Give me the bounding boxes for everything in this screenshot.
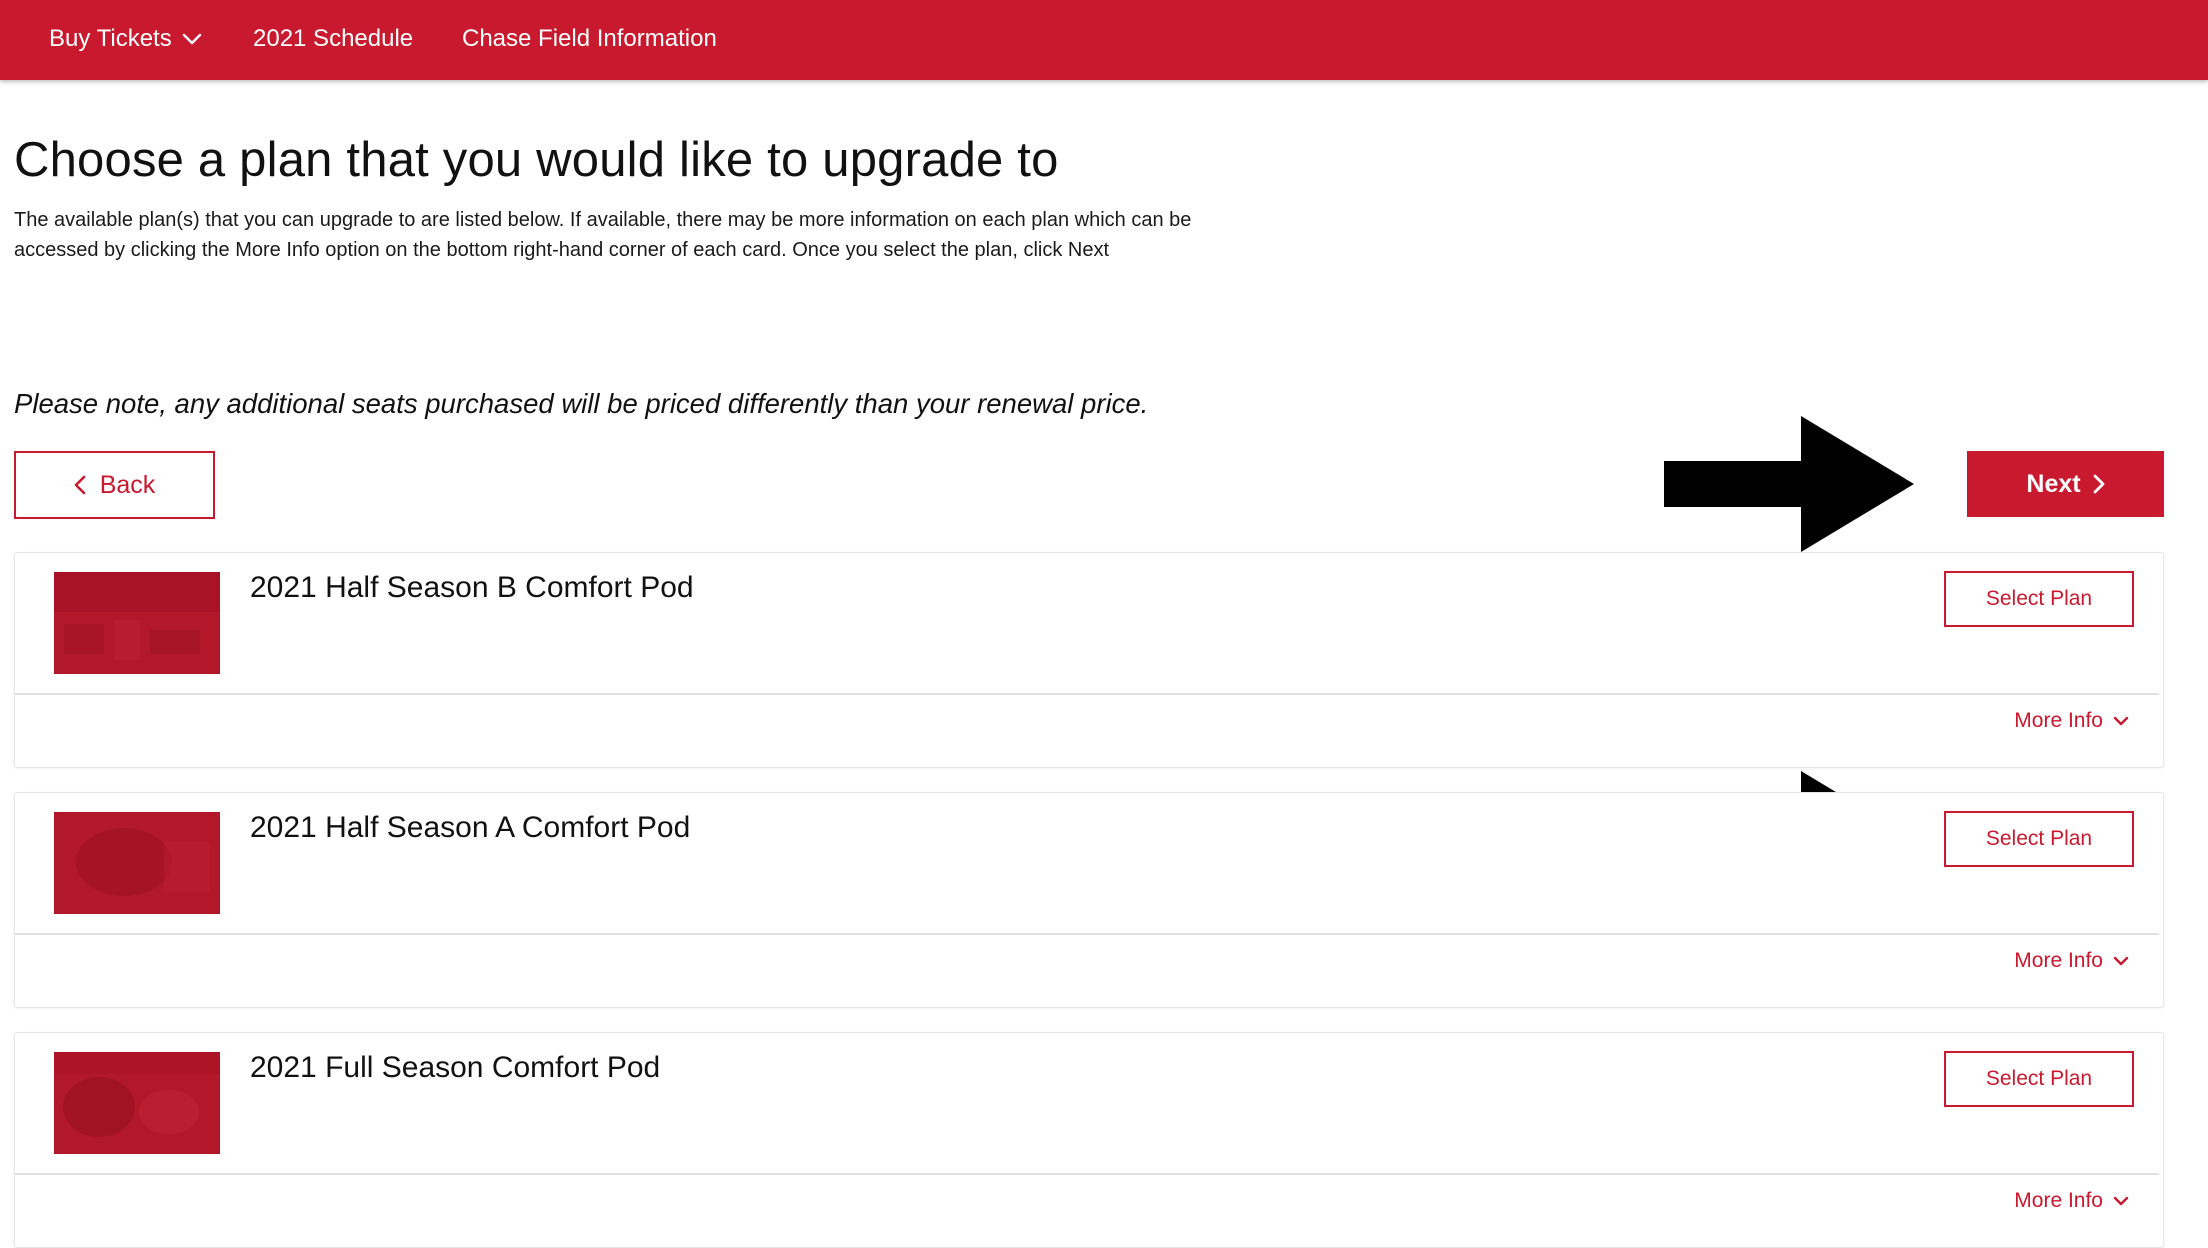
card-divider bbox=[15, 693, 2159, 695]
select-plan-label: Select Plan bbox=[1985, 827, 2093, 850]
page-description: The available plan(s) that you can upgra… bbox=[14, 209, 1192, 261]
plan-name: 2021 Full Season Comfort Pod bbox=[250, 1051, 661, 1084]
plan-card: 2021 Half Season A Comfort Pod Select Pl… bbox=[14, 792, 2164, 1008]
chevron-right-icon bbox=[2093, 474, 2105, 494]
more-info-label: More Info bbox=[2014, 949, 2103, 972]
select-plan-button[interactable]: Select Plan bbox=[1944, 811, 2134, 867]
nav-2021-schedule[interactable]: 2021 Schedule bbox=[253, 0, 413, 78]
select-plan-label: Select Plan bbox=[1985, 587, 2093, 610]
plan-name: 2021 Half Season B Comfort Pod bbox=[250, 571, 694, 604]
chevron-down-icon bbox=[182, 33, 202, 45]
chevron-down-icon bbox=[2113, 1196, 2129, 1206]
more-info-label: More Info bbox=[2014, 709, 2103, 732]
nav-2021-schedule-label: 2021 Schedule bbox=[253, 25, 414, 52]
card-divider bbox=[15, 1173, 2159, 1175]
chevron-down-icon bbox=[2113, 716, 2129, 726]
plan-card: 2021 Half Season B Comfort Pod Select Pl… bbox=[14, 552, 2164, 768]
back-button-label: Back bbox=[99, 470, 156, 499]
more-info-toggle[interactable]: More Info bbox=[2014, 949, 2129, 973]
nav-chase-field-information[interactable]: Chase Field Information bbox=[462, 0, 717, 78]
plan-thumbnail bbox=[54, 1052, 220, 1154]
nav-buy-tickets[interactable]: Buy Tickets bbox=[49, 0, 202, 78]
card-divider bbox=[15, 933, 2159, 935]
next-button[interactable]: Next bbox=[1967, 451, 2164, 517]
select-plan-label: Select Plan bbox=[1985, 1067, 2093, 1090]
nav-buy-tickets-label: Buy Tickets bbox=[49, 25, 172, 52]
plan-thumbnail bbox=[54, 812, 220, 914]
plan-name: 2021 Half Season A Comfort Pod bbox=[250, 811, 691, 844]
more-info-toggle[interactable]: More Info bbox=[2014, 709, 2129, 733]
select-plan-button[interactable]: Select Plan bbox=[1944, 571, 2134, 627]
pricing-note: Please note, any additional seats purcha… bbox=[14, 388, 1149, 419]
more-info-toggle[interactable]: More Info bbox=[2014, 1189, 2129, 1213]
next-button-label: Next bbox=[2026, 469, 2081, 498]
chevron-left-icon bbox=[74, 475, 86, 495]
page-title: Choose a plan that you would like to upg… bbox=[14, 133, 1059, 187]
nav-chase-field-information-label: Chase Field Information bbox=[462, 25, 717, 52]
plan-thumbnail bbox=[54, 572, 220, 674]
back-button[interactable]: Back bbox=[14, 451, 215, 519]
select-plan-button[interactable]: Select Plan bbox=[1944, 1051, 2134, 1107]
more-info-label: More Info bbox=[2014, 1189, 2103, 1212]
arrow-right-icon bbox=[1664, 416, 1914, 552]
chevron-down-icon bbox=[2113, 956, 2129, 966]
plan-card: 2021 Full Season Comfort Pod Select Plan… bbox=[14, 1032, 2164, 1248]
top-navigation-bar: Buy Tickets 2021 Schedule Chase Field In… bbox=[0, 0, 2208, 80]
